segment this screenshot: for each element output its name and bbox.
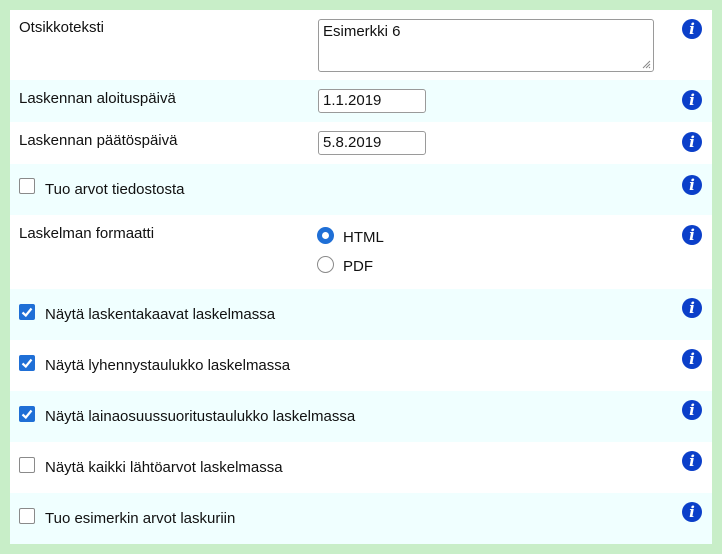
end-date-input[interactable]: 5.8.2019 — [318, 131, 426, 155]
settings-form: Otsikkoteksti Esimerkki 6 i Laskennan al… — [10, 10, 712, 544]
end-date-label: Laskennan päätöspäivä — [19, 132, 178, 149]
row-show-all-inputs: Näytä kaikki lähtöarvot laskelmassa i — [10, 442, 712, 493]
row-format: Laskelman formaatti HTML PDF i — [10, 215, 712, 289]
show-shortening-label: Näytä lyhennystaulukko laskelmassa — [45, 357, 291, 374]
row-title: Otsikkoteksti Esimerkki 6 i — [10, 10, 712, 80]
show-loan-share-label: Näytä lainaosuussuoritustaulukko laskelm… — [45, 408, 356, 425]
show-formulas-checkbox[interactable] — [19, 304, 35, 320]
info-icon[interactable]: i — [682, 502, 702, 522]
row-show-loan-share: Näytä lainaosuussuoritustaulukko laskelm… — [10, 391, 712, 442]
format-radio-pdf[interactable] — [317, 256, 334, 273]
start-date-label: Laskennan aloituspäivä — [19, 90, 176, 107]
row-import-file: Tuo arvot tiedostosta i — [10, 164, 712, 215]
show-shortening-checkbox[interactable] — [19, 355, 35, 371]
start-date-input[interactable]: 1.1.2019 — [318, 89, 426, 113]
row-start-date: Laskennan aloituspäivä 1.1.2019 i — [10, 80, 712, 122]
import-file-checkbox[interactable] — [19, 178, 35, 194]
row-end-date: Laskennan päätöspäivä 5.8.2019 i — [10, 122, 712, 164]
info-icon[interactable]: i — [682, 298, 702, 318]
format-radio-html[interactable] — [317, 227, 334, 244]
show-formulas-label: Näytä laskentakaavat laskelmassa — [45, 306, 276, 323]
import-example-checkbox[interactable] — [19, 508, 35, 524]
row-show-formulas: Näytä laskentakaavat laskelmassa i — [10, 289, 712, 340]
show-loan-share-checkbox[interactable] — [19, 406, 35, 422]
info-icon[interactable]: i — [682, 225, 702, 245]
info-icon[interactable]: i — [682, 400, 702, 420]
row-show-shortening: Näytä lyhennystaulukko laskelmassa i — [10, 340, 712, 391]
import-example-label: Tuo esimerkin arvot laskuriin — [45, 510, 236, 527]
info-icon[interactable]: i — [682, 19, 702, 39]
info-icon[interactable]: i — [682, 349, 702, 369]
title-textarea[interactable]: Esimerkki 6 — [318, 19, 654, 72]
info-icon[interactable]: i — [682, 132, 702, 152]
info-icon[interactable]: i — [682, 90, 702, 110]
title-label: Otsikkoteksti — [19, 19, 105, 36]
show-all-inputs-checkbox[interactable] — [19, 457, 35, 473]
title-textarea-value: Esimerkki 6 — [323, 23, 401, 40]
info-icon[interactable]: i — [682, 175, 702, 195]
info-icon[interactable]: i — [682, 451, 702, 471]
import-file-label: Tuo arvot tiedostosta — [45, 181, 185, 198]
show-all-inputs-label: Näytä kaikki lähtöarvot laskelmassa — [45, 459, 283, 476]
resize-grip-icon[interactable] — [642, 60, 651, 69]
format-radio-pdf-label: PDF — [343, 258, 373, 275]
format-radio-html-label: HTML — [343, 229, 384, 246]
row-import-example: Tuo esimerkin arvot laskuriin i — [10, 493, 712, 544]
format-label: Laskelman formaatti — [19, 225, 155, 242]
